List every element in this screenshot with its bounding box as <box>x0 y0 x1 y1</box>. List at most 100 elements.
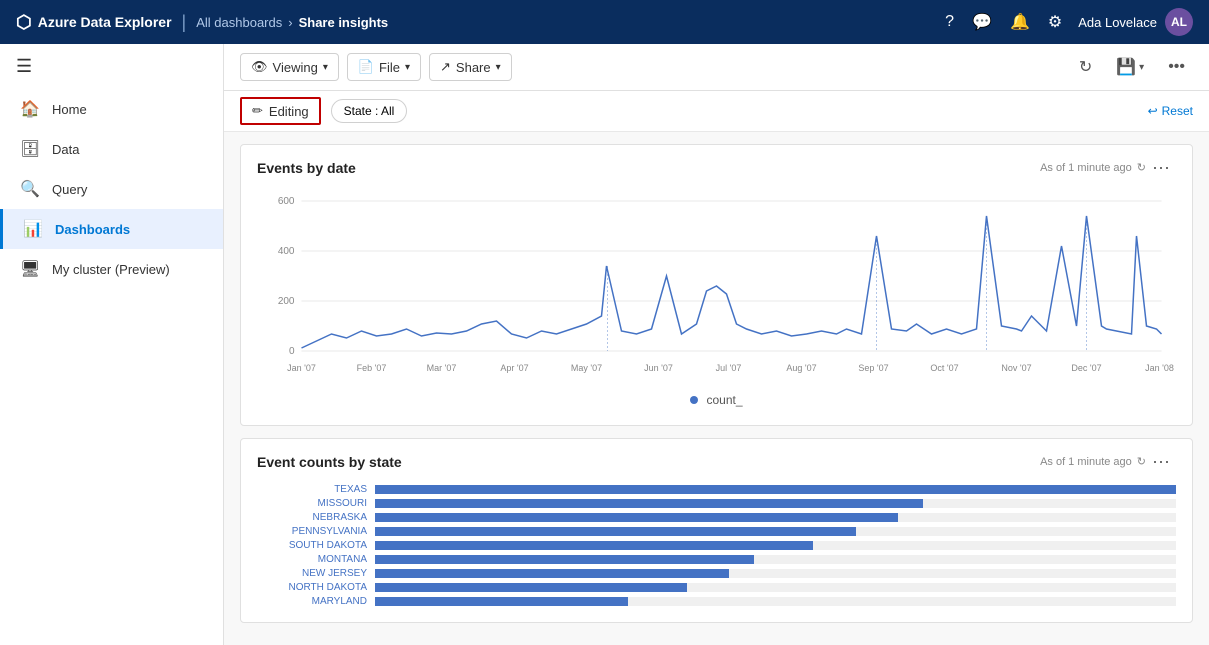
svg-text:May '07: May '07 <box>571 363 602 373</box>
save-chevron: ▾ <box>1139 62 1144 73</box>
bar-track <box>375 555 1176 564</box>
file-chevron: ▾ <box>405 62 410 73</box>
counts-more-button[interactable]: ··· <box>1146 449 1176 474</box>
brand-icon: ⬡ <box>16 12 32 33</box>
event-counts-panel: Event counts by state As of 1 minute ago… <box>240 438 1193 623</box>
svg-text:Aug '07: Aug '07 <box>786 363 816 373</box>
counts-meta-text: As of 1 minute ago <box>1040 456 1132 468</box>
bar-state-label: MONTANA <box>257 554 367 565</box>
user-name: Ada Lovelace <box>1078 15 1157 30</box>
reset-button[interactable]: ↩ Reset <box>1148 104 1193 118</box>
sidebar-item-dashboards[interactable]: 📊 Dashboards <box>0 209 223 249</box>
bar-state-label: TEXAS <box>257 484 367 495</box>
bar-state-label: NORTH DAKOTA <box>257 582 367 593</box>
query-icon: 🔍 <box>20 179 40 199</box>
top-nav: ⬡ Azure Data Explorer | All dashboards ›… <box>0 0 1209 44</box>
bar-row: MISSOURI <box>257 498 1176 509</box>
bar-row: NORTH DAKOTA <box>257 582 1176 593</box>
bar-track <box>375 485 1176 494</box>
bar-track <box>375 597 1176 606</box>
state-filter-label: State : All <box>344 104 395 118</box>
events-chart-container: 600 400 200 0 <box>241 186 1192 425</box>
svg-text:Jun '07: Jun '07 <box>644 363 673 373</box>
svg-text:Sep '07: Sep '07 <box>858 363 888 373</box>
bar-row: MONTANA <box>257 554 1176 565</box>
bar-row: MARYLAND <box>257 596 1176 607</box>
events-panel-title: Events by date <box>257 160 356 176</box>
breadcrumb-parent[interactable]: All dashboards <box>196 15 282 30</box>
brand-name: Azure Data Explorer <box>38 14 172 30</box>
counts-refresh-icon[interactable]: ↻ <box>1137 455 1146 468</box>
breadcrumb: All dashboards › Share insights <box>196 15 388 30</box>
file-label: File <box>379 60 400 75</box>
reset-label: Reset <box>1162 104 1193 118</box>
bar-state-label: SOUTH DAKOTA <box>257 540 367 551</box>
dashboard-panels: Events by date As of 1 minute ago ↻ ··· … <box>224 132 1209 645</box>
share-button[interactable]: ↗ Share ▾ <box>429 53 512 81</box>
state-filter[interactable]: State : All <box>331 99 408 123</box>
help-icon[interactable]: ? <box>945 13 954 31</box>
home-icon: 🏠 <box>20 99 40 119</box>
sidebar-item-cluster[interactable]: 🖥 My cluster (Preview) <box>0 249 223 289</box>
bar-state-label: MARYLAND <box>257 596 367 607</box>
events-more-button[interactable]: ··· <box>1146 155 1176 180</box>
bar-state-label: NEW JERSEY <box>257 568 367 579</box>
chart-legend: count_ <box>257 389 1176 415</box>
bar-track <box>375 541 1176 550</box>
avatar: AL <box>1165 8 1193 36</box>
counts-panel-title: Event counts by state <box>257 454 402 470</box>
bar-state-label: MISSOURI <box>257 498 367 509</box>
reset-icon: ↩ <box>1148 104 1158 118</box>
sidebar-item-data[interactable]: 🗄 Data <box>0 129 223 169</box>
settings-icon[interactable]: ⚙ <box>1048 12 1062 32</box>
viewing-button[interactable]: 👁 Viewing ▾ <box>240 53 339 81</box>
feedback-icon[interactable]: 💬 <box>972 12 992 32</box>
save-icon: 💾 <box>1116 57 1136 77</box>
pencil-icon: ✏ <box>252 103 263 119</box>
bar-fill <box>375 541 813 550</box>
sidebar-item-label-query: Query <box>52 182 87 197</box>
dashboard-icon: 📊 <box>23 219 43 239</box>
events-refresh-icon[interactable]: ↻ <box>1137 161 1146 174</box>
counts-panel-meta: As of 1 minute ago ↻ <box>1040 455 1146 468</box>
bar-row: SOUTH DAKOTA <box>257 540 1176 551</box>
sidebar-item-query[interactable]: 🔍 Query <box>0 169 223 209</box>
sidebar-item-label-data: Data <box>52 142 79 157</box>
panel-header-counts: Event counts by state As of 1 minute ago… <box>241 439 1192 480</box>
sidebar: ☰ 🏠 Home 🗄 Data 🔍 Query 📊 Dashboards 🖥 M… <box>0 44 224 645</box>
refresh-button[interactable]: ↻ <box>1071 52 1100 82</box>
notification-icon[interactable]: 🔔 <box>1010 12 1030 32</box>
events-panel-meta: As of 1 minute ago ↻ <box>1040 161 1146 174</box>
nav-icons: ? 💬 🔔 ⚙ <box>945 12 1062 32</box>
editing-label: Editing <box>269 104 309 119</box>
breadcrumb-current: Share insights <box>299 15 389 30</box>
cluster-icon: 🖥 <box>20 259 40 279</box>
sidebar-item-label-cluster: My cluster (Preview) <box>52 262 170 277</box>
svg-text:200: 200 <box>278 296 295 307</box>
data-icon: 🗄 <box>20 139 40 159</box>
content-area: 👁 Viewing ▾ 📄 File ▾ ↗ Share ▾ ↻ 💾 ▾ <box>224 44 1209 645</box>
breadcrumb-arrow: › <box>288 15 292 30</box>
file-button[interactable]: 📄 File ▾ <box>347 53 421 81</box>
sidebar-item-home[interactable]: 🏠 Home <box>0 89 223 129</box>
bar-track <box>375 569 1176 578</box>
bar-fill <box>375 527 856 536</box>
svg-text:Jan '07: Jan '07 <box>287 363 316 373</box>
svg-text:600: 600 <box>278 196 295 207</box>
sidebar-item-label-home: Home <box>52 102 87 117</box>
user-menu[interactable]: Ada Lovelace AL <box>1078 8 1193 36</box>
bar-fill <box>375 555 754 564</box>
bar-fill <box>375 513 898 522</box>
editing-box[interactable]: ✏ Editing <box>240 97 321 125</box>
bar-track <box>375 513 1176 522</box>
svg-text:Feb '07: Feb '07 <box>357 363 387 373</box>
brand: ⬡ Azure Data Explorer <box>16 12 172 33</box>
svg-text:Oct '07: Oct '07 <box>930 363 958 373</box>
eye-icon: 👁 <box>251 59 268 75</box>
more-options-button[interactable]: ••• <box>1160 53 1193 81</box>
svg-text:Nov '07: Nov '07 <box>1001 363 1031 373</box>
legend-dot <box>690 396 698 404</box>
file-icon: 📄 <box>358 59 374 75</box>
sidebar-toggle[interactable]: ☰ <box>0 44 223 89</box>
save-button[interactable]: 💾 ▾ <box>1108 52 1152 82</box>
